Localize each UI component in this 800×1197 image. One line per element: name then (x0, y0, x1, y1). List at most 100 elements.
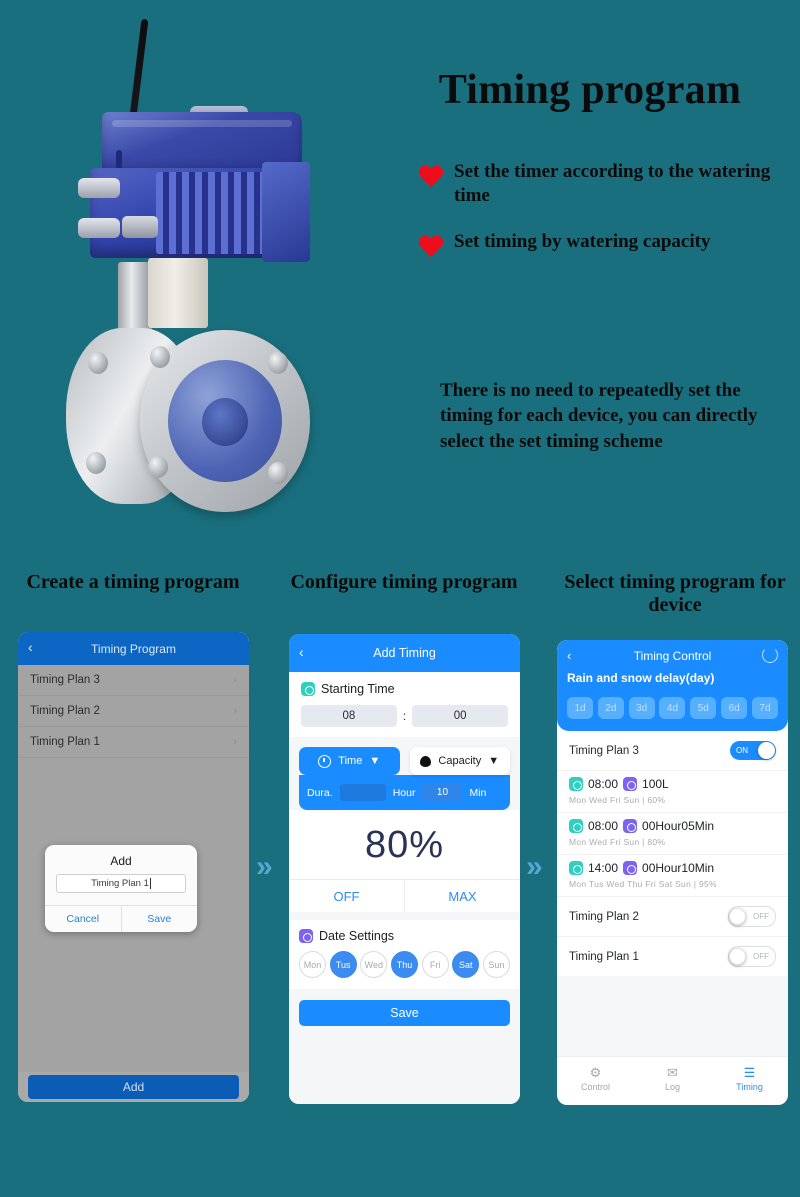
product-image (30, 10, 380, 535)
toggle-knob (758, 742, 775, 759)
gear-icon: ⚙ (589, 1065, 602, 1080)
arrow-separator-1: » (256, 850, 273, 883)
toggle-knob (729, 948, 746, 965)
valve-bore (202, 398, 248, 446)
entry-separator: | (642, 795, 645, 805)
back-icon[interactable]: ‹ (28, 639, 33, 655)
duration-icon (623, 861, 638, 875)
refresh-icon[interactable] (762, 647, 778, 663)
delay-chip-1d[interactable]: 1d (567, 697, 593, 719)
timing-entry[interactable]: 08:00 100L Mon Wed Fri Sun | 60% (557, 770, 788, 812)
max-button[interactable]: MAX (404, 880, 520, 912)
starting-time-card: Starting Time 08 : 00 (289, 672, 520, 737)
tab-capacity-label: Capacity (438, 755, 482, 767)
day-chip-tus[interactable]: Tus (329, 951, 357, 978)
hour-input[interactable]: 08 (301, 705, 397, 727)
save-button[interactable]: Save (299, 1000, 510, 1026)
plan-toggle[interactable]: OFF (728, 906, 776, 927)
plan-row-2[interactable]: Timing Plan 2 OFF (557, 896, 788, 936)
list-item[interactable]: Timing Plan 3 › (18, 665, 249, 696)
heart-icon (418, 236, 444, 260)
tab-capacity[interactable]: Capacity ▼ (409, 747, 510, 775)
delay-chip-2d[interactable]: 2d (597, 697, 624, 719)
plan-card-active: Timing Plan 3 ON 08:00 100L Mon Wed Fri … (557, 731, 788, 896)
screenshot-add-timing: ‹ Add Timing Starting Time 08 : 00 Time … (289, 634, 520, 1104)
text-caret (149, 878, 151, 889)
date-settings-card: Date Settings Mon Tus Wed Thu Fri Sat Su… (289, 920, 520, 989)
timing-entry[interactable]: 08:00 00Hour05Min Mon Wed Fri Sun | 80% (557, 812, 788, 854)
plan-toggle[interactable]: ON (730, 741, 776, 760)
tab-log-label: Log (664, 1082, 681, 1092)
screenshot-timing-control: ‹ Timing Control Rain and snow delay(day… (557, 640, 788, 1105)
tab-time[interactable]: Time ▼ (299, 747, 400, 775)
valve-bracket (148, 258, 208, 328)
day-chip-mon[interactable]: Mon (299, 951, 326, 978)
navbar-title: Timing Program (91, 641, 176, 656)
add-button[interactable]: Add (28, 1075, 239, 1099)
duration-minute-input[interactable]: 10 (422, 784, 463, 801)
off-button[interactable]: OFF (289, 880, 404, 912)
tab-timing[interactable]: ☰ Timing (711, 1066, 788, 1092)
save-button[interactable]: Save (120, 906, 198, 932)
day-chip-fri[interactable]: Fri (421, 951, 449, 978)
plan-row-1[interactable]: Timing Plan 1 OFF (557, 936, 788, 976)
cable-gland-lower (78, 218, 120, 238)
list-item[interactable]: Timing Plan 2 › (18, 696, 249, 727)
bullet-text: Set timing by watering capacity (454, 230, 711, 252)
entry-day-list: Mon Wed Fri Sun (569, 837, 640, 847)
day-selector: Mon Tus Wed Thu Fri Sat Sun (299, 951, 510, 978)
entry-time: 08:00 (588, 777, 619, 791)
entry-day-list: Mon Tus Wed Thu Fri Sat Sun (569, 879, 692, 889)
plan-label: Timing Plan 3 (30, 674, 100, 686)
toggle-knob (729, 908, 746, 925)
feature-bullet-list: Set the timer according to the watering … (418, 160, 778, 282)
starting-time-label: Starting Time (321, 682, 395, 696)
column-heading-configure: Configure timing program (290, 571, 518, 593)
duration-row: Dura. Hour 10 Min (299, 775, 510, 810)
entry-time: 14:00 (588, 861, 619, 875)
timer-icon (301, 682, 315, 696)
hero-section: Timing program Set the timer according t… (0, 0, 800, 545)
delay-chip-3d[interactable]: 3d (628, 697, 655, 719)
entry-day-list: Mon Wed Fri Sun (569, 795, 640, 805)
delay-chip-5d[interactable]: 5d (690, 697, 717, 719)
plan-name-input[interactable]: Timing Plan 1 (56, 874, 186, 893)
plan-toggle[interactable]: OFF (728, 946, 776, 967)
delay-chip-row: 1d 2d 3d 4d 5d 6d 7d (567, 697, 778, 719)
flange-bolt-hole (148, 456, 168, 478)
delay-chip-6d[interactable]: 6d (721, 697, 748, 719)
flange-bolt-hole (268, 462, 288, 484)
minute-input[interactable]: 00 (412, 705, 508, 727)
entry-main: 14:00 00Hour10Min (569, 861, 776, 875)
arrow-separator-2: » (526, 850, 543, 883)
day-chip-sun[interactable]: Sun (482, 951, 510, 978)
duration-minute-unit: Min (469, 786, 487, 799)
duration-hour-input[interactable] (339, 784, 386, 801)
delay-chip-7d[interactable]: 7d (751, 697, 778, 719)
tab-log[interactable]: ✉ Log (634, 1066, 711, 1092)
chevron-down-icon: ▼ (369, 755, 381, 767)
day-chip-thu[interactable]: Thu (390, 951, 418, 978)
heart-icon (418, 166, 444, 190)
chevron-right-icon: › (233, 674, 237, 686)
timing-entry[interactable]: 14:00 00Hour10Min Mon Tus Wed Thu Fri Sa… (557, 854, 788, 896)
list-icon: ☰ (743, 1065, 756, 1080)
cable-connector (122, 216, 158, 238)
entry-percent: 80% (647, 837, 666, 847)
flange-bolt-hole (86, 452, 106, 474)
back-icon[interactable]: ‹ (567, 648, 571, 663)
entry-percent: 60% (647, 795, 666, 805)
day-chip-wed[interactable]: Wed (360, 951, 388, 978)
tab-time-label: Time (338, 755, 363, 767)
bullet-text: Set the timer according to the watering … (454, 161, 771, 206)
tab-timing-label: Timing (736, 1082, 763, 1092)
tab-control[interactable]: ⚙ Control (557, 1066, 634, 1092)
delay-chip-4d[interactable]: 4d (659, 697, 686, 719)
list-item[interactable]: Timing Plan 1 › (18, 727, 249, 758)
back-icon[interactable]: ‹ (299, 644, 304, 660)
cancel-button[interactable]: Cancel (45, 906, 121, 932)
day-chip-sat[interactable]: Sat (452, 951, 480, 978)
add-timing-body: Starting Time 08 : 00 Time ▼ Capacity ▼ … (289, 672, 520, 1104)
hero-paragraph: There is no need to repeatedly set the t… (440, 380, 758, 452)
chevron-right-icon: › (233, 705, 237, 717)
